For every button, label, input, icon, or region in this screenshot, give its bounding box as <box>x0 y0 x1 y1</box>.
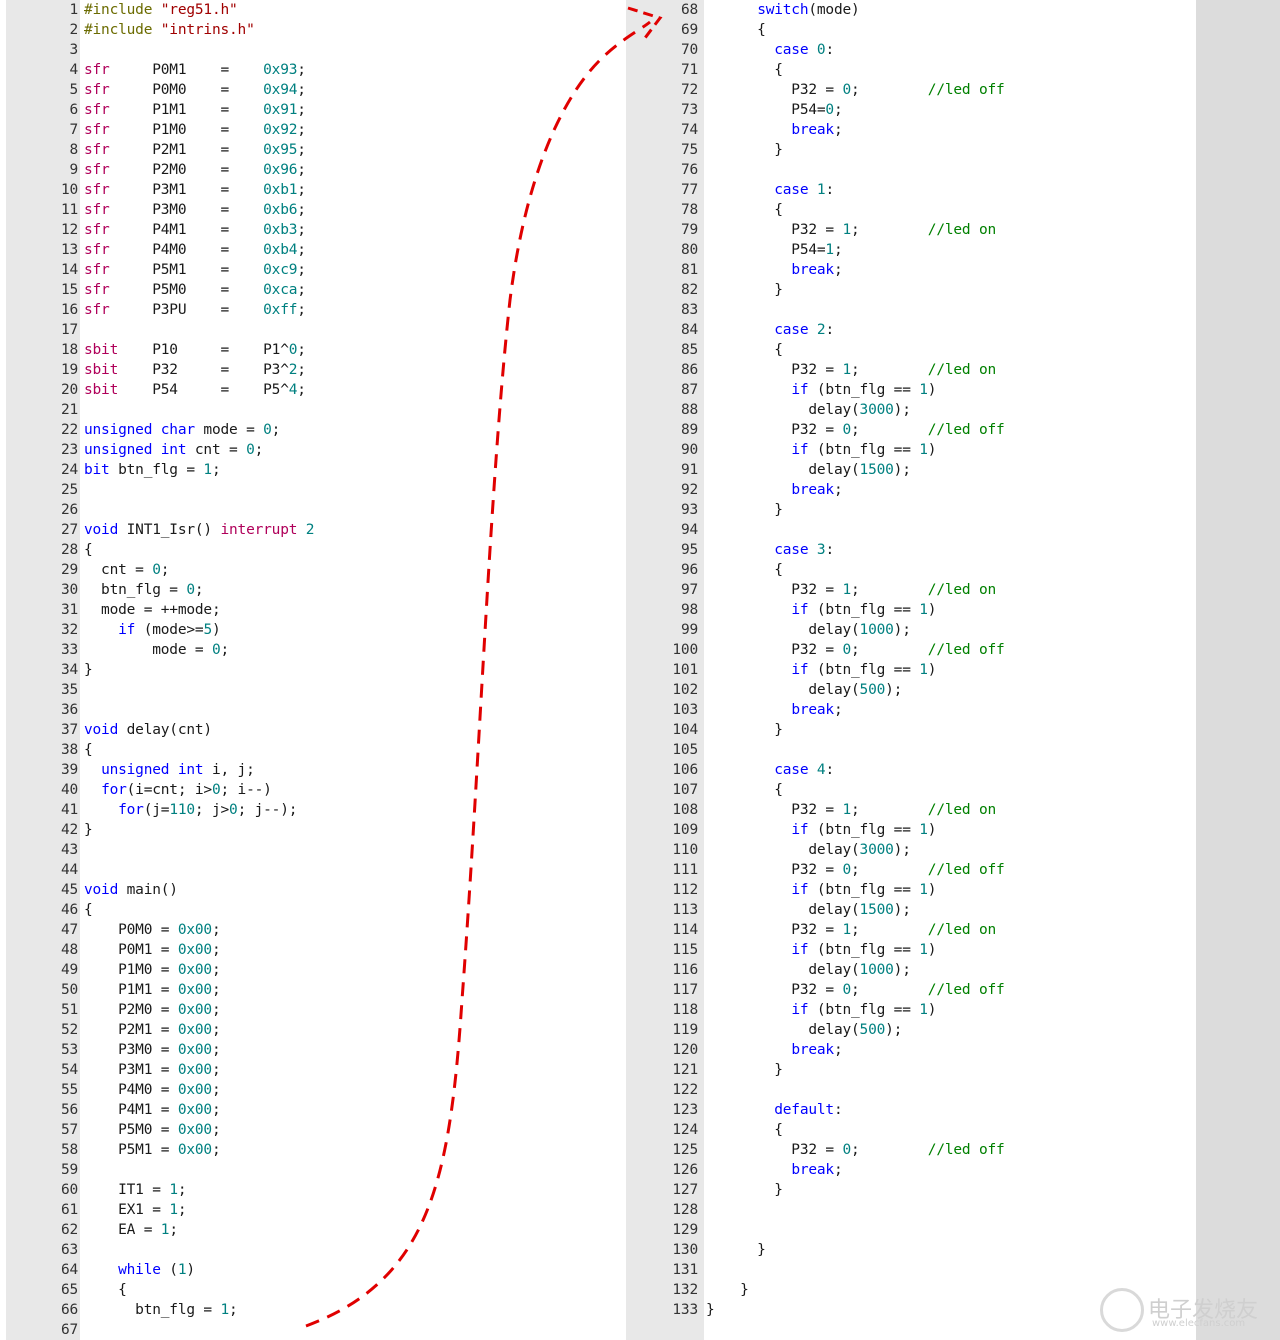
watermark: 电子发烧友 www.elecfans.com <box>1100 1288 1270 1334</box>
electronics-logo-icon <box>1100 1288 1144 1332</box>
connector-arrow <box>305 6 663 1328</box>
watermark-subtitle: www.elecfans.com <box>1152 1318 1246 1329</box>
dashed-arrow-path <box>305 20 651 1328</box>
